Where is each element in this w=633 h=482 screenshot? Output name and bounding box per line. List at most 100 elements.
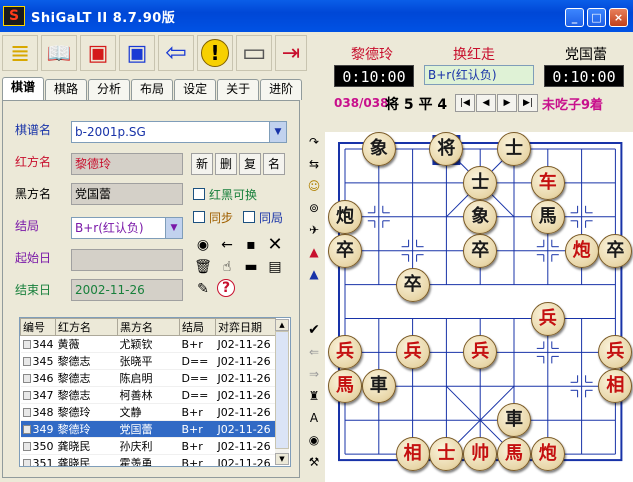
col-header-red[interactable]: 红方名 bbox=[55, 318, 118, 336]
piece-black[interactable]: 卒 bbox=[598, 233, 633, 268]
piece-black[interactable]: 卒 bbox=[328, 233, 362, 268]
computer-red-button[interactable]: ▣ bbox=[80, 35, 116, 71]
red-triangle-icon[interactable]: ▲ bbox=[304, 242, 324, 262]
swap-icon[interactable]: ⇆ bbox=[304, 154, 324, 174]
last-move-button[interactable]: ▶| bbox=[518, 94, 538, 112]
table-row[interactable]: 348 黎德玲 文静 B+r J02-11-26 bbox=[20, 403, 276, 421]
piece-black[interactable]: 車 bbox=[361, 369, 396, 404]
piece-red[interactable]: 炮 bbox=[564, 233, 599, 268]
eye-icon[interactable]: ◉ bbox=[193, 235, 213, 255]
piece-red[interactable]: 兵 bbox=[530, 301, 565, 336]
end-date-field[interactable]: 2002-11-26 bbox=[71, 279, 183, 301]
rename-button[interactable]: 名 bbox=[263, 153, 285, 175]
notes-button[interactable]: ≣ bbox=[2, 35, 38, 71]
scroll-down-arrow[interactable]: ▼ bbox=[275, 453, 289, 465]
prev-move-button[interactable]: ◀ bbox=[476, 94, 496, 112]
record-name-select[interactable]: b-2001p.SG ▼ bbox=[71, 121, 287, 143]
piece-red[interactable]: 相 bbox=[395, 437, 430, 472]
eraser-icon[interactable]: ✎ bbox=[193, 279, 213, 299]
tab-advanced[interactable]: 进阶 bbox=[260, 79, 303, 100]
next-move-button[interactable]: ▶ bbox=[497, 94, 517, 112]
tab-settings[interactable]: 设定 bbox=[174, 79, 217, 100]
piece-black[interactable]: 士 bbox=[463, 165, 498, 200]
chess-board[interactable]: 象将士士车炮象馬卒卒炮卒卒兵兵兵兵兵馬車相車相士帅馬炮 bbox=[325, 132, 633, 482]
tool-icon[interactable]: ⚒ bbox=[304, 452, 324, 472]
piece-red[interactable]: 兵 bbox=[395, 335, 430, 370]
result-select[interactable]: B+r(红认负) ▼ bbox=[71, 217, 183, 239]
save-icon[interactable]: ▪ bbox=[241, 235, 261, 255]
black-name-field[interactable]: 党国蕾 bbox=[71, 183, 183, 205]
piece-black[interactable]: 象 bbox=[361, 132, 396, 166]
hand-icon[interactable]: ☝ bbox=[217, 257, 237, 277]
arrow-right-gray-icon[interactable]: ⇒ bbox=[304, 364, 324, 384]
table-row[interactable]: 346 黎德志 陈启明 D== J02-11-26 bbox=[20, 369, 276, 387]
chevron-down-icon[interactable]: ▼ bbox=[269, 122, 286, 142]
help-icon[interactable]: ? bbox=[217, 279, 235, 297]
col-header-black[interactable]: 黑方名 bbox=[117, 318, 180, 336]
arrow-left-gray-icon[interactable]: ⇐ bbox=[304, 342, 324, 362]
game-list[interactable]: 编号 红方名 黑方名 结局 对弈日期 344 黄薇 尤颖钦 B+r J02-11-26 3… bbox=[19, 317, 291, 467]
piece-black[interactable]: 卒 bbox=[395, 267, 430, 302]
red-name-field[interactable]: 黎德玲 bbox=[71, 153, 183, 175]
piece-red[interactable]: 馬 bbox=[497, 437, 531, 472]
sync-checkbox[interactable] bbox=[193, 211, 205, 223]
chevron-down-icon[interactable]: ▼ bbox=[165, 218, 182, 238]
piece-black[interactable]: 車 bbox=[497, 403, 531, 438]
table-row[interactable]: 347 黎德志 柯善林 D== J02-11-26 bbox=[20, 386, 276, 404]
close-button[interactable]: × bbox=[609, 8, 628, 27]
tab-about[interactable]: 关于 bbox=[217, 79, 260, 100]
table-row[interactable]: 350 龚晓民 孙庆利 B+r J02-11-26 bbox=[20, 437, 276, 455]
left-arrow-icon[interactable]: ← bbox=[217, 235, 237, 255]
table-row[interactable]: 345 黎德志 张晓平 D== J02-11-26 bbox=[20, 352, 276, 370]
screen-icon[interactable]: ▤ bbox=[265, 257, 285, 277]
piece-black[interactable]: 象 bbox=[463, 199, 498, 234]
list-scrollbar[interactable]: ▲ ▼ bbox=[275, 319, 289, 465]
check-icon[interactable]: ✔ bbox=[304, 320, 324, 340]
piece-black[interactable]: 炮 bbox=[328, 199, 362, 234]
piece-black[interactable]: 士 bbox=[497, 132, 531, 166]
delete-x-icon[interactable]: ✕ bbox=[265, 235, 285, 255]
swap-checkbox[interactable] bbox=[193, 188, 205, 200]
trash-icon[interactable]: 🗑 bbox=[193, 257, 213, 277]
maximize-button[interactable]: □ bbox=[587, 8, 606, 27]
table-row[interactable]: 344 黄薇 尤颖钦 B+r J02-11-26 bbox=[20, 335, 276, 353]
copy-button[interactable]: 复 bbox=[239, 153, 261, 175]
warning-button[interactable]: ! bbox=[197, 35, 233, 71]
col-header-date[interactable]: 对弈日期 bbox=[215, 318, 276, 336]
col-header-number[interactable]: 编号 bbox=[20, 318, 56, 336]
bird-icon[interactable]: ✈ bbox=[304, 220, 324, 240]
same-game-checkbox[interactable] bbox=[243, 211, 255, 223]
tab-path[interactable]: 棋路 bbox=[45, 79, 88, 100]
open-book-button[interactable]: 📖 bbox=[41, 35, 77, 71]
minimize-button[interactable]: _ bbox=[565, 8, 584, 27]
monitor-button[interactable]: ▭ bbox=[236, 35, 272, 71]
exit-button[interactable]: ⇥ bbox=[275, 35, 307, 71]
piece-red[interactable]: 炮 bbox=[530, 437, 565, 472]
piece-black[interactable]: 馬 bbox=[530, 199, 565, 234]
scroll-thumb[interactable] bbox=[275, 331, 289, 449]
computer-blue-button[interactable]: ▣ bbox=[119, 35, 155, 71]
first-move-button[interactable]: |◀ bbox=[455, 94, 475, 112]
scroll-up-arrow[interactable]: ▲ bbox=[275, 319, 289, 331]
piece-red[interactable]: 车 bbox=[530, 165, 565, 200]
delete-button[interactable]: 删 bbox=[215, 153, 237, 175]
piece-black[interactable]: 卒 bbox=[463, 233, 498, 268]
tab-layout[interactable]: 布局 bbox=[131, 79, 174, 100]
keyboard-icon[interactable]: ▬ bbox=[241, 257, 261, 277]
start-date-field[interactable] bbox=[71, 249, 183, 271]
redo-icon[interactable]: ↷ bbox=[304, 132, 324, 152]
back-button[interactable]: ⇦ bbox=[158, 35, 194, 71]
smiley-icon[interactable]: ☺ bbox=[304, 176, 324, 196]
new-button[interactable]: 新 bbox=[191, 153, 213, 175]
table-row[interactable]: 349 黎德玲 党国蕾 B+r J02-11-26 bbox=[20, 420, 276, 438]
eye-small-icon[interactable]: ◉ bbox=[304, 430, 324, 450]
letter-a-icon[interactable]: A bbox=[304, 408, 324, 428]
tab-record[interactable]: 棋谱 bbox=[2, 77, 45, 100]
title-bar[interactable]: S ShiGaLT II 8.7.90版 _ □ × bbox=[0, 0, 633, 32]
blue-triangle-icon[interactable]: ▲ bbox=[304, 264, 324, 284]
tab-analysis[interactable]: 分析 bbox=[88, 79, 131, 100]
binoculars-icon[interactable]: ⊚ bbox=[304, 198, 324, 218]
col-header-result[interactable]: 结局 bbox=[179, 318, 216, 336]
table-row[interactable]: 351 龚晓民 霍羡勇 B+r J02-11-26 bbox=[20, 454, 276, 466]
lamp-icon[interactable]: ♜ bbox=[304, 386, 324, 406]
